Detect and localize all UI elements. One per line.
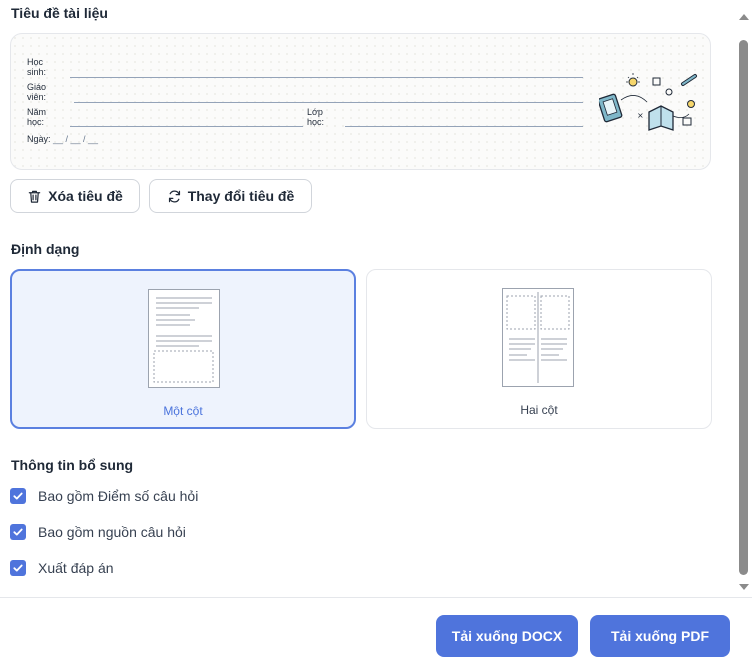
- education-illustration-icon: ×: [599, 73, 697, 131]
- delete-header-button[interactable]: Xóa tiêu đề: [10, 179, 140, 213]
- delete-header-label: Xóa tiêu đề: [48, 188, 123, 204]
- field-line-class: [345, 126, 583, 127]
- format-option-one-column[interactable]: Một cột: [10, 269, 356, 429]
- vertical-scrollbar[interactable]: [736, 0, 752, 598]
- scrollbar-thumb[interactable]: [739, 40, 748, 575]
- checkbox[interactable]: [10, 524, 26, 540]
- checkbox-label: Xuất đáp án: [38, 560, 114, 576]
- extra-info-section-title: Thông tin bổ sung: [11, 457, 134, 473]
- two-column-preview-icon: [502, 288, 574, 387]
- date-blank: __ / __ / __: [53, 134, 99, 144]
- change-header-button[interactable]: Thay đổi tiêu đề: [149, 179, 312, 213]
- footer-bar: Tải xuống DOCX Tải xuống PDF: [0, 597, 752, 662]
- format-option-label: Một cột: [163, 404, 203, 418]
- change-header-label: Thay đổi tiêu đề: [187, 188, 295, 204]
- field-line-school-year: [70, 126, 303, 127]
- checkbox-label: Bao gồm nguồn câu hỏi: [38, 524, 186, 540]
- export-settings-panel: Tiêu đề tài liệu Học sinh: Giáo viên: Nă…: [0, 0, 736, 598]
- refresh-icon: [168, 189, 180, 203]
- one-column-preview-icon: [148, 289, 220, 388]
- checkmark-icon: [13, 564, 23, 572]
- download-pdf-button[interactable]: Tải xuống PDF: [590, 615, 730, 657]
- format-section-title: Định dạng: [11, 241, 80, 257]
- field-line-student: [70, 77, 583, 78]
- checkbox[interactable]: [10, 560, 26, 576]
- header-section-title: Tiêu đề tài liệu: [11, 5, 108, 21]
- checkbox-label: Bao gồm Điểm số câu hỏi: [38, 488, 199, 504]
- download-docx-button[interactable]: Tải xuống DOCX: [436, 615, 578, 657]
- field-label-student: Học sinh:: [27, 57, 47, 77]
- field-label-class: Lớp học:: [307, 107, 325, 127]
- trash-icon: [28, 190, 41, 203]
- field-label-date: Ngày:: [27, 134, 51, 144]
- include-question-source-option[interactable]: Bao gồm nguồn câu hỏi: [10, 524, 186, 540]
- include-question-score-option[interactable]: Bao gồm Điểm số câu hỏi: [10, 488, 198, 504]
- field-label-teacher: Giáo viên:: [27, 82, 47, 102]
- field-line-teacher: [74, 102, 583, 103]
- scroll-down-arrow-icon[interactable]: [739, 584, 749, 590]
- export-answer-key-option[interactable]: Xuất đáp án: [10, 560, 114, 576]
- checkbox[interactable]: [10, 488, 26, 504]
- format-option-label: Hai cột: [520, 403, 558, 417]
- checkmark-icon: [13, 492, 23, 500]
- format-option-two-column[interactable]: Hai cột: [366, 269, 712, 429]
- svg-text:×: ×: [637, 111, 644, 120]
- scroll-up-arrow-icon[interactable]: [739, 14, 749, 20]
- field-date: Ngày: __ / __ / __: [27, 134, 98, 144]
- checkmark-icon: [13, 528, 23, 536]
- header-preview-card: Học sinh: Giáo viên: Năm học: Lớp học: N…: [10, 33, 711, 170]
- field-label-school-year: Năm học:: [27, 107, 47, 127]
